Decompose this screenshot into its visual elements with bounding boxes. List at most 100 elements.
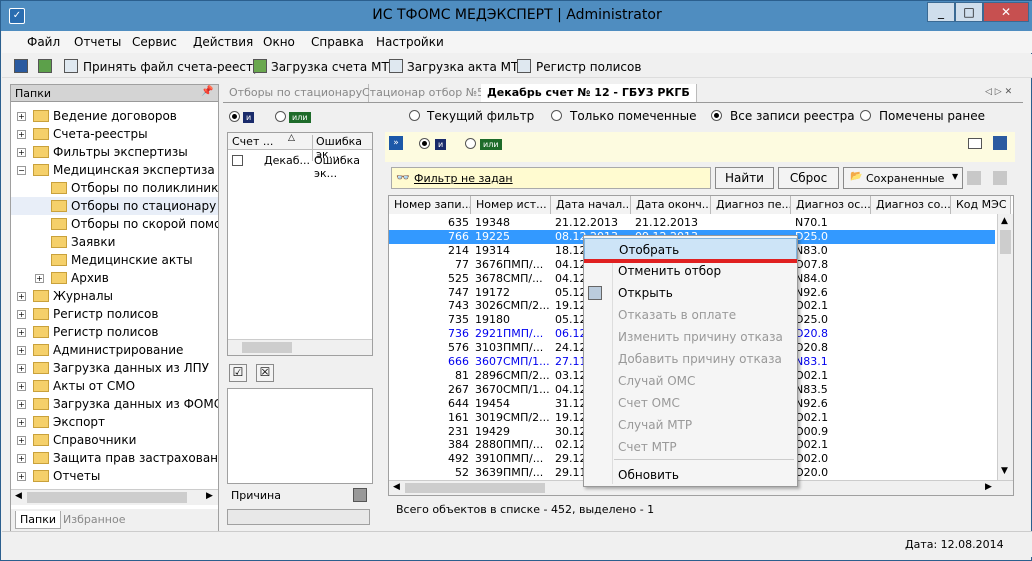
tree-item[interactable]: + Регистр полисов	[11, 323, 218, 341]
expand-icon[interactable]: +	[17, 454, 26, 463]
column-header[interactable]: Номер ист...	[471, 196, 551, 214]
table-row[interactable]: 635 19348 21.12.2013 21.12.2013 N70.1	[389, 216, 995, 230]
expand-icon[interactable]: »	[389, 136, 403, 150]
ctx-item[interactable]: Обновить	[584, 464, 797, 486]
tree-item[interactable]: + Ведение договоров	[11, 107, 218, 125]
saved-filters-dropdown[interactable]: 📂 Сохраненные ▼	[843, 167, 963, 189]
remove-filter-icon[interactable]	[993, 171, 1007, 185]
tab-inpatient-selection-58[interactable]: Стационар отбор №58	[356, 84, 499, 102]
tree-item[interactable]: + Журналы	[11, 287, 218, 305]
tab-december-account[interactable]: Декабрь счет № 12 - ГБУЗ РКГБ	[481, 84, 697, 102]
notes-box[interactable]	[227, 388, 373, 484]
expand-icon[interactable]: +	[17, 130, 26, 139]
tree-item[interactable]: + Загрузка данных из ЛПУ	[11, 359, 218, 377]
ctx-item[interactable]: Открыть	[584, 282, 797, 304]
ctx-item[interactable]: Отобрать	[584, 238, 797, 260]
expand-icon[interactable]: +	[17, 364, 26, 373]
load-act-button[interactable]: Загрузка акта МТР	[407, 60, 526, 74]
column-header[interactable]: Диагноз пе...	[711, 196, 791, 214]
radio-only-marked[interactable]	[551, 110, 562, 121]
tree-item[interactable]: + Регистр полисов	[11, 305, 218, 323]
radio-current-filter[interactable]	[409, 110, 420, 121]
tree-item[interactable]: + Акты от СМО	[11, 377, 218, 395]
tab-favorites[interactable]: Избранное	[63, 513, 125, 526]
hscroll-right-icon[interactable]: ▶	[985, 482, 992, 492]
tree-item[interactable]: + Счета-реестры	[11, 125, 218, 143]
expand-icon[interactable]: +	[17, 472, 26, 481]
hscroll-left-icon[interactable]: ◀	[393, 482, 400, 492]
radio-or-left[interactable]	[275, 111, 286, 122]
tree-item[interactable]: + Защита прав застрахованных	[11, 449, 218, 467]
expand-icon[interactable]: +	[17, 346, 26, 355]
close-button[interactable]: ✕	[983, 2, 1029, 22]
tree-item[interactable]: + Отчеты	[11, 467, 218, 485]
scroll-down-icon[interactable]: ▼	[1001, 466, 1008, 476]
mid-hscrollbar[interactable]	[228, 339, 372, 355]
expand-icon[interactable]: +	[17, 112, 26, 121]
scroll-up-icon[interactable]: ▲	[1001, 216, 1008, 226]
tree-item[interactable]: − Медицинская экспертиза	[11, 161, 218, 179]
expand-icon[interactable]: +	[35, 274, 44, 283]
expand-icon[interactable]: +	[17, 292, 26, 301]
menu-help[interactable]: Справка	[311, 35, 364, 49]
ctx-item[interactable]: Отменить отбор	[584, 260, 797, 282]
tree-item[interactable]: + Экспорт	[11, 413, 218, 431]
column-header[interactable]: Дата оконч...	[631, 196, 711, 214]
expand-icon[interactable]: +	[17, 436, 26, 445]
load-mtr-button[interactable]: Загрузка счета МТР	[271, 60, 396, 74]
radio-or-right[interactable]	[465, 138, 476, 149]
expand-icon[interactable]: +	[17, 328, 26, 337]
column-header[interactable]: Номер запи...	[389, 196, 471, 214]
column-header[interactable]: Диагноз со...	[871, 196, 951, 214]
scroll-thumb[interactable]	[27, 492, 187, 503]
menu-file[interactable]: Файл	[27, 35, 60, 49]
tree-item[interactable]: Заявки	[11, 233, 218, 251]
menu-settings[interactable]: Настройки	[376, 35, 444, 49]
scroll-right-icon[interactable]: ▶	[206, 491, 213, 501]
tree-item[interactable]: + Справочники	[11, 431, 218, 449]
policy-reg-button[interactable]: Регистр полисов	[536, 60, 641, 74]
hscroll-thumb[interactable]	[405, 483, 545, 493]
row-checkbox[interactable]	[232, 155, 243, 166]
menu-actions[interactable]: Действия	[193, 35, 253, 49]
column-header[interactable]: Дата начал...	[551, 196, 631, 214]
expand-icon[interactable]: +	[17, 310, 26, 319]
mid-col-account[interactable]: Счет ...	[232, 135, 273, 148]
uncheck-all-button[interactable]: ☒	[256, 364, 274, 382]
expand-icon[interactable]: +	[17, 400, 26, 409]
filter-not-set-link[interactable]: Фильтр не задан	[414, 172, 513, 185]
radio-and-left[interactable]	[229, 111, 240, 122]
save-filter-icon[interactable]	[993, 136, 1007, 150]
mid-row-account[interactable]: Декаб...	[264, 154, 310, 167]
vscroll-thumb[interactable]	[1000, 230, 1011, 254]
tab-inpatient-selections[interactable]: Отборы по стационару	[223, 84, 370, 102]
accept-file-button[interactable]: Принять файл счета-реестра	[83, 60, 268, 74]
tab-nav-icons[interactable]: ◁ ▷ ✕	[985, 87, 1012, 97]
find-button[interactable]: Найти	[715, 167, 774, 189]
tab-folders[interactable]: Папки	[15, 511, 61, 529]
tree-hscrollbar[interactable]: ◀ ▶	[11, 489, 218, 505]
menu-reports[interactable]: Отчеты	[74, 35, 121, 49]
column-header[interactable]: Диагноз ос...	[791, 196, 871, 214]
column-header[interactable]: Код МЭС	[951, 196, 1011, 214]
tree-item[interactable]: + Администрирование	[11, 341, 218, 359]
tree-item[interactable]: Отборы по поликлинике	[11, 179, 218, 197]
list-view-icon[interactable]	[968, 138, 982, 149]
pin-icon[interactable]: 📌	[201, 86, 213, 97]
table-vscrollbar[interactable]: ▲ ▼	[997, 214, 1013, 480]
add-filter-icon[interactable]	[967, 171, 981, 185]
reset-button[interactable]: Сброс	[778, 167, 839, 189]
tree-item[interactable]: + Архив	[11, 269, 218, 287]
mid-row-error[interactable]: Ошибка эк...	[314, 154, 372, 180]
expand-icon[interactable]: +	[17, 382, 26, 391]
menu-window[interactable]: Окно	[263, 35, 295, 49]
minimize-button[interactable]: _	[927, 2, 955, 22]
refresh-icon[interactable]	[38, 59, 52, 73]
mid-scroll-thumb[interactable]	[242, 342, 292, 353]
scroll-left-icon[interactable]: ◀	[15, 491, 22, 501]
maximize-button[interactable]: □	[955, 2, 983, 22]
tree-item[interactable]: + Загрузка данных из ФОМС	[11, 395, 218, 413]
menu-service[interactable]: Сервис	[132, 35, 177, 49]
reason-save-icon[interactable]	[353, 488, 367, 502]
tree-item[interactable]: Медицинские акты	[11, 251, 218, 269]
